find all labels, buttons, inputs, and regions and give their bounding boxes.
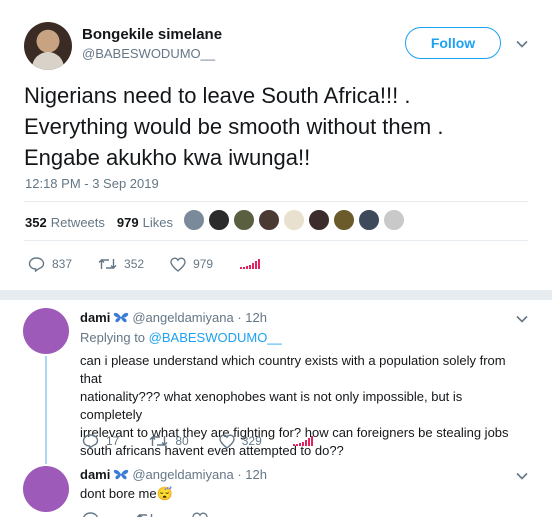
section-separator (0, 290, 552, 300)
reply-icon (28, 257, 45, 272)
liker-avatar[interactable] (258, 209, 280, 231)
tweet-text-line: Nigerians need to leave South Africa!!! … (24, 83, 411, 108)
reply-time[interactable]: · 12h (237, 310, 267, 325)
reply-text: dont bore me😴 (80, 485, 520, 503)
butterfly-icon (114, 469, 129, 480)
retweet-button[interactable]: 80 (149, 434, 189, 448)
liker-avatar[interactable] (308, 209, 330, 231)
reply-header: dami @angeldamiyana · 12h (80, 467, 267, 482)
follow-button[interactable]: Follow (405, 27, 501, 59)
retweets-count: 352 (25, 214, 47, 230)
replying-to-prefix: Replying to (80, 330, 146, 345)
heart-icon (219, 433, 235, 449)
retweet-icon (149, 436, 168, 446)
tweet-timestamp[interactable]: 12:18 PM - 3 Sep 2019 (25, 176, 159, 191)
like-count: 979 (193, 257, 214, 271)
replying-to: Replying to @BABESWODUMO__ (80, 330, 282, 345)
reply-text-line: nationality??? what xenophobes want is n… (80, 389, 463, 422)
heart-icon (170, 256, 186, 272)
analytics-icon (292, 436, 313, 446)
liker-avatar[interactable] (333, 209, 355, 231)
like-button[interactable] (192, 511, 215, 517)
sleeping-face-emoji: 😴 (156, 486, 173, 501)
reply-author-name[interactable]: dami (80, 467, 110, 482)
chevron-down-icon[interactable] (515, 312, 529, 326)
liker-avatar[interactable] (208, 209, 230, 231)
chevron-down-icon[interactable] (515, 37, 529, 51)
retweet-count: 80 (175, 434, 189, 448)
reply-button[interactable]: 17 (82, 433, 119, 449)
reply-icon (82, 434, 99, 449)
retweet-button[interactable] (136, 512, 162, 517)
reply-button[interactable]: 837 (28, 256, 72, 272)
reply-avatar[interactable] (23, 466, 69, 512)
likes-count: 979 (116, 214, 139, 230)
chevron-down-icon[interactable] (515, 469, 529, 483)
likers-avatars (183, 209, 408, 231)
like-count: 329 (241, 434, 262, 448)
reply-avatar[interactable] (23, 308, 69, 354)
analytics-button[interactable] (292, 435, 321, 447)
reply-header: dami @angeldamiyana · 12h (80, 310, 267, 325)
reply-actions: 17 80 329 (82, 433, 351, 449)
analytics-icon (240, 259, 261, 269)
reply-count: 17 (106, 434, 120, 448)
author-name[interactable]: Bongekile simelane (82, 26, 222, 43)
likes-stat[interactable]: 979 Likes (117, 215, 173, 230)
reply-count: 837 (52, 257, 73, 271)
retweet-icon (98, 259, 117, 269)
reply-button[interactable] (82, 511, 106, 517)
like-button[interactable]: 329 (219, 433, 262, 449)
reply-text-line: can i please understand which country ex… (80, 353, 506, 386)
analytics-button[interactable] (239, 258, 268, 270)
reply-tweet[interactable]: dami @angeldamiyana · 12h Replying to @BA… (0, 300, 552, 464)
tweet-actions: 837 352 979 (28, 256, 294, 272)
tweet-text: Nigerians need to leave South Africa!!! … (24, 80, 539, 173)
replying-to-link[interactable]: @BABESWODUMO__ (149, 330, 282, 345)
like-button[interactable]: 979 (170, 256, 214, 272)
liker-avatar[interactable] (233, 209, 255, 231)
retweet-count: 352 (124, 257, 145, 271)
retweet-icon (136, 514, 153, 517)
divider (24, 201, 528, 202)
divider (24, 240, 528, 241)
reply-text-line: dont bore me (80, 486, 157, 501)
reply-author-handle[interactable]: @angeldamiyana (132, 310, 233, 325)
tweet-text-line: Engabe akukho kwa iwunga!! (24, 145, 311, 170)
reply-tweet[interactable]: dami @angeldamiyana · 12h dont bore me😴 (0, 460, 552, 517)
reply-author-handle[interactable]: @angeldamiyana (132, 467, 233, 482)
reply-author-name[interactable]: dami (80, 310, 110, 325)
liker-avatar[interactable] (383, 209, 405, 231)
reply-actions (82, 511, 245, 517)
heart-icon (192, 511, 208, 517)
liker-avatar[interactable] (283, 209, 305, 231)
reply-icon (83, 512, 98, 517)
butterfly-icon (114, 312, 129, 323)
reply-time[interactable]: · 12h (237, 467, 267, 482)
tweet-stats: 352 Retweets 979 Likes (25, 212, 185, 232)
likes-label: Likes (142, 214, 173, 230)
tweet-text-line: Everything would be smooth without them … (24, 114, 444, 139)
thread-line (45, 356, 47, 464)
liker-avatar[interactable] (183, 209, 205, 231)
author-avatar[interactable] (24, 22, 72, 70)
retweet-button[interactable]: 352 (98, 257, 144, 271)
liker-avatar[interactable] (358, 209, 380, 231)
retweets-label: Retweets (50, 214, 105, 230)
author-handle[interactable]: @BABESWODUMO__ (82, 46, 215, 61)
retweets-stat[interactable]: 352 Retweets (25, 215, 105, 230)
